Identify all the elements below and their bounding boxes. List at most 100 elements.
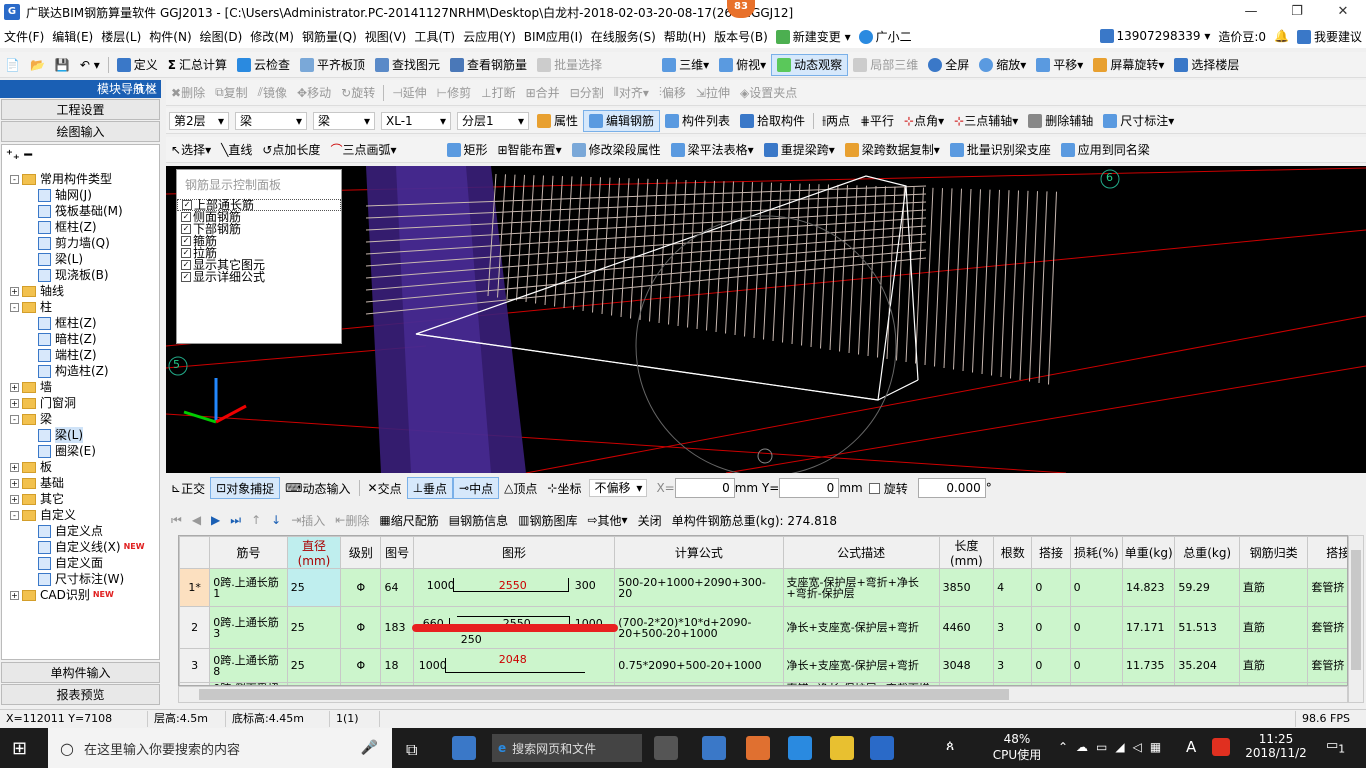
tree-item[interactable]: 梁(L)	[38, 251, 83, 267]
menu-cloud[interactable]: 云应用(Y)	[459, 28, 520, 45]
unit-weight-cell[interactable]: 17.171	[1122, 606, 1176, 649]
tool-point-angle[interactable]: ⊹ 点角 ▾	[899, 110, 949, 132]
taskbar-app-chrome-icon[interactable]	[654, 736, 678, 760]
subtype-select[interactable]: 梁 ▾	[313, 111, 375, 130]
tool-pick[interactable]: 拾取构件	[735, 110, 810, 132]
tool-beam-table[interactable]: 梁平法表格 ▾	[666, 139, 759, 161]
tray-icons[interactable]: ⌃☁▭◢◁▦	[1058, 740, 1169, 754]
tree-item[interactable]: 暗柱(Z)	[38, 331, 97, 347]
table-row[interactable]: 1* 0跨.上通长筋1 25 Φ 64 1000 2550 300 500-20+1000+20…	[179, 568, 1347, 607]
notification-center-icon[interactable]: ▭1	[1326, 738, 1345, 756]
tree-folder[interactable]: -梁	[10, 411, 52, 427]
new-icon[interactable]: 📄	[0, 54, 25, 76]
menu-new-change[interactable]: 新建变更 ▾	[772, 28, 855, 45]
user-account[interactable]: 13907298339 ▾	[1096, 29, 1215, 44]
tool-parallel[interactable]: ⋕ 平行	[855, 110, 899, 132]
ime-indicator[interactable]: A	[1186, 738, 1196, 756]
first-record-icon[interactable]: ⏮	[166, 509, 187, 531]
microphone-icon[interactable]: 🎤	[361, 740, 378, 756]
taskbar-app-notes-icon[interactable]	[830, 736, 854, 760]
tree-item[interactable]: 框柱(Z)	[38, 315, 97, 331]
prev-record-icon[interactable]: ◀	[187, 509, 206, 531]
rebar-name-cell[interactable]: 0跨.上通长筋3	[209, 606, 288, 649]
tool-split[interactable]: ⊟ 分割	[565, 82, 609, 104]
tool-fullscreen[interactable]: 全屏	[923, 54, 974, 76]
tool-edit-rebar[interactable]: 编辑钢筋	[583, 109, 661, 132]
vertical-scrollbar[interactable]	[1348, 535, 1364, 703]
x-input[interactable]: 0	[674, 478, 735, 498]
tree-expander-icon[interactable]: +	[10, 286, 19, 296]
tree-item[interactable]: 圈梁(E)	[38, 443, 96, 459]
tool-offset[interactable]: ⫶ 偏移	[654, 82, 691, 104]
grade-cell[interactable]: Φ	[340, 568, 382, 607]
tree-item[interactable]: 剪力墙(Q)	[38, 235, 110, 251]
tool-trim[interactable]: ⊢ 修剪	[432, 82, 476, 104]
row-number[interactable]: 3	[179, 648, 211, 683]
tree-expander-icon[interactable]: +	[10, 398, 19, 408]
menu-version[interactable]: 版本号(B)	[710, 28, 772, 45]
grid-rebar-info[interactable]: ▤ 钢筋信息	[444, 509, 513, 531]
snap-intersection[interactable]: ✕ 交点	[363, 477, 407, 499]
shape-cell[interactable]: 1000 2550 300	[412, 568, 616, 607]
diameter-cell[interactable]: 25	[286, 568, 342, 607]
save-icon[interactable]: 💾	[50, 54, 75, 76]
tool-rotate[interactable]: ↻ 旋转	[336, 82, 380, 104]
lap-cell[interactable]: 0	[1031, 568, 1071, 607]
tree-folder[interactable]: + 门窗洞	[10, 395, 76, 411]
lap-type-cell[interactable]: 套管挤	[1307, 648, 1347, 683]
column-header[interactable]: 根数	[993, 536, 1033, 569]
menu-bim[interactable]: BIM应用(I)	[520, 28, 587, 45]
tool-define[interactable]: 定义	[112, 54, 163, 76]
snap-perpendicular[interactable]: ⊥ 垂点	[406, 477, 454, 499]
tree-folder[interactable]: + 基础	[10, 475, 64, 491]
formula-cell[interactable]: (700-2*20)*10*d+2090-20+500-20+1000	[614, 606, 784, 649]
formula-cell[interactable]: 500-20+1000+2090+300-20	[614, 568, 784, 607]
column-header[interactable]: 长度(mm)	[938, 536, 995, 569]
tree-item[interactable]: 尺寸标注(W)	[38, 571, 124, 587]
y-input[interactable]: 0	[779, 478, 840, 498]
nav-single-component[interactable]: 单构件输入	[1, 662, 160, 683]
tree-item[interactable]: 构造柱(Z)	[38, 363, 109, 379]
grid-rebar-library[interactable]: ▥ 钢筋图库	[513, 509, 582, 531]
figure-number-cell[interactable]: 18	[380, 648, 414, 683]
taskbar-app-fan-icon[interactable]	[452, 736, 476, 760]
tree-expander-icon[interactable]: +	[10, 478, 19, 488]
figure-number-cell[interactable]: 64	[380, 568, 414, 607]
tree-expander-icon[interactable]: -	[10, 174, 19, 184]
table-row[interactable]: 2 0跨.上通长筋3 25 Φ 183 660 2550 1000 250 (700-2*20)*…	[179, 606, 1347, 649]
grid-delete[interactable]: ⇤ 删除	[330, 509, 374, 531]
tree-item[interactable]: 端柱(Z)	[38, 347, 97, 363]
snap-vertex[interactable]: △ 顶点	[499, 477, 542, 499]
tree-item[interactable]: 现浇板(B)	[38, 267, 109, 283]
restore-button[interactable]: ❐	[1274, 0, 1320, 24]
tool-pan[interactable]: 平移 ▾	[1031, 54, 1088, 76]
open-icon[interactable]: 📂	[25, 54, 50, 76]
column-header[interactable]: 计算公式	[614, 536, 784, 569]
floor-select[interactable]: 第2层 ▾	[169, 111, 229, 130]
column-header[interactable]: 搭接	[1307, 536, 1347, 569]
suggest-button[interactable]: 我要建议	[1293, 28, 1366, 45]
tool-orbit[interactable]: 动态观察	[771, 53, 849, 76]
tool-3d[interactable]: 三维 ▾	[657, 54, 714, 76]
last-record-icon[interactable]: ⏭	[225, 509, 246, 531]
tool-point-length[interactable]: ↺ 点加长度	[257, 139, 325, 161]
offset-select[interactable]: 不偏移 ▾	[589, 479, 648, 497]
tool-apply-same[interactable]: 应用到同名梁	[1056, 139, 1155, 161]
3d-viewport[interactable]: 5 6	[166, 166, 1366, 473]
tool-properties[interactable]: 属性	[532, 110, 583, 132]
menu-rebar[interactable]: 钢筋量(Q)	[298, 28, 361, 45]
grade-cell[interactable]: Φ	[340, 648, 382, 683]
tree-expander-icon[interactable]: -	[10, 414, 19, 424]
tool-re-span[interactable]: 重提梁跨 ▾	[759, 139, 840, 161]
formula-description-cell[interactable]: 支座宽-保护层+弯折+净长+弯折-保护层	[782, 568, 940, 607]
rebar-class-cell[interactable]: 直筋	[1238, 606, 1309, 649]
windows-start-icon[interactable]: ⊞	[12, 738, 27, 759]
tree-folder[interactable]: - 自定义	[10, 507, 76, 523]
snap-ortho[interactable]: ⊾ 正交	[166, 477, 210, 499]
tool-mirror[interactable]: ⫽ 镜像	[253, 82, 292, 104]
taskbar-app-plus-icon[interactable]	[788, 736, 812, 760]
rebar-class-cell[interactable]: 直筋	[1238, 568, 1309, 607]
tool-three-point-axis[interactable]: ⊹ 三点辅轴 ▾	[949, 110, 1023, 132]
column-header[interactable]: 总重(kg)	[1174, 536, 1240, 569]
tree-folder[interactable]: + 墙	[10, 379, 52, 395]
